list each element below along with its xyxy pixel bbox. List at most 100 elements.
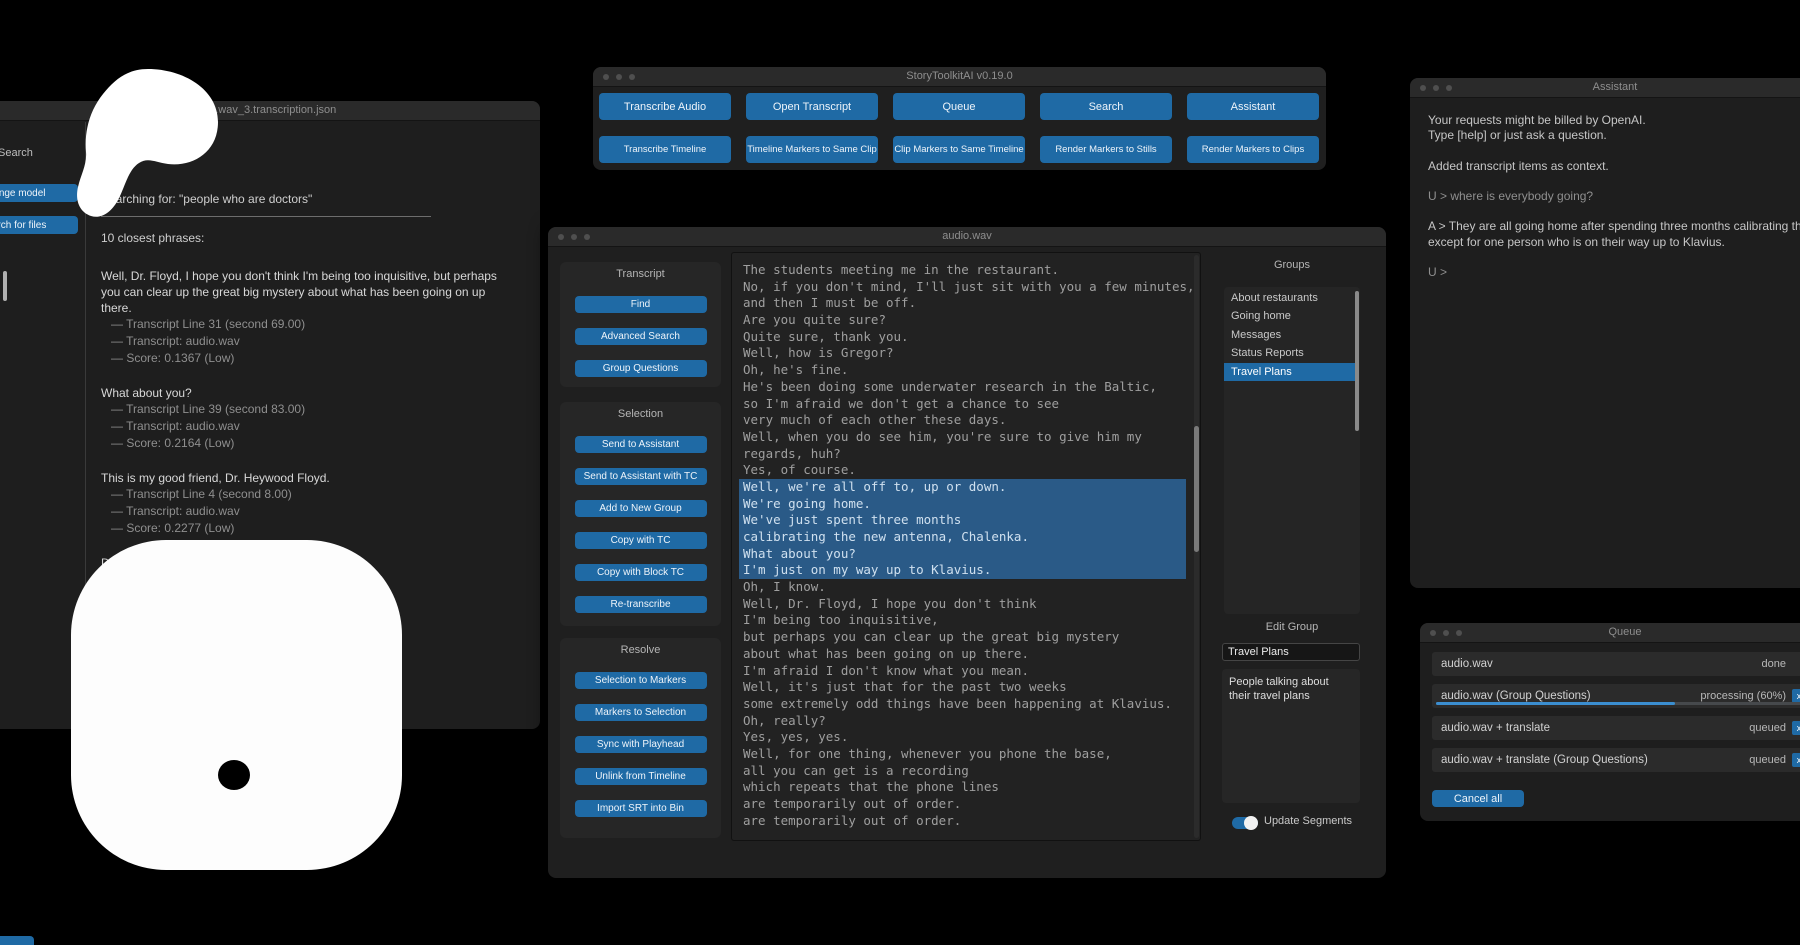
transcript-line[interactable]: We're going home. <box>739 496 1186 513</box>
transcript-line[interactable]: some extremely odd things have been happ… <box>739 696 1186 713</box>
transcript-scrollbar-thumb[interactable] <box>1194 426 1199 552</box>
panel-button[interactable]: Send to Assistant with TC <box>575 468 707 485</box>
transcript-line[interactable]: Yes, yes, yes. <box>739 729 1186 746</box>
transcript-line[interactable]: Oh, I know. <box>739 579 1186 596</box>
cancel-item-button[interactable]: x <box>1792 721 1800 735</box>
group-item[interactable]: Status Reports <box>1224 344 1355 362</box>
transcript-line[interactable]: Quite sure, thank you. <box>739 329 1186 346</box>
transcript-line[interactable]: are temporarily out of order. <box>739 813 1186 830</box>
panel-button[interactable]: Add to New Group <box>575 500 707 517</box>
transcript-line[interactable]: and then I must be off. <box>739 295 1186 312</box>
transcript-line[interactable]: Well, we're all off to, up or down. <box>739 479 1186 496</box>
cancel-item-button[interactable]: x <box>1792 753 1800 767</box>
transcript-text-area[interactable]: The students meeting me in the restauran… <box>731 252 1201 841</box>
assistant-chat-area[interactable]: Your requests might be billed by OpenAI.… <box>1428 113 1800 280</box>
panel-button[interactable]: Group Questions <box>575 360 707 377</box>
transcript-line[interactable]: We've just spent three months <box>739 512 1186 529</box>
panel-button[interactable]: Advanced Search <box>575 328 707 345</box>
search-sidebar-scrollbar[interactable] <box>3 271 7 301</box>
transcript-line[interactable]: Oh, he's fine. <box>739 362 1186 379</box>
transcript-line[interactable]: but perhaps you can clear up the great b… <box>739 629 1186 646</box>
toolbar-row-2: Transcribe Timeline Timeline Markers to S… <box>599 136 1319 163</box>
assistant-titlebar[interactable]: Assistant <box>1410 78 1800 98</box>
toolbar-button[interactable]: Search <box>1040 93 1172 120</box>
queue-row[interactable]: audio.wav (Group Questions) processing (… <box>1432 684 1800 708</box>
queue-titlebar[interactable]: Queue <box>1420 623 1800 643</box>
panel-button[interactable]: Unlink from Timeline <box>575 768 707 785</box>
panel-button[interactable]: Re-transcribe <box>575 596 707 613</box>
queue-item-status: processing (60%) <box>1700 690 1786 702</box>
group-item[interactable]: Going home <box>1224 307 1355 325</box>
search-sidebar-button[interactable]: Change model <box>0 184 78 202</box>
queue-item-status: done <box>1762 658 1786 670</box>
queue-row[interactable]: audio.wav + translate queued x <box>1432 716 1800 740</box>
group-name-input[interactable]: Travel Plans <box>1222 643 1360 661</box>
transcript-line[interactable]: What about you? <box>739 546 1186 563</box>
queue-row[interactable]: audio.wav + translate (Group Questions) … <box>1432 748 1800 772</box>
panel-button[interactable]: Import SRT into Bin <box>575 800 707 817</box>
transcript-line[interactable]: Well, when you do see him, you're sure t… <box>739 429 1186 446</box>
transcript-line[interactable]: He's been doing some underwater research… <box>739 379 1186 396</box>
transcript-lines: The students meeting me in the restauran… <box>739 262 1186 829</box>
queue-row[interactable]: audio.wav done x <box>1432 652 1800 676</box>
transcript-line[interactable]: Well, it's just that for the past two we… <box>739 679 1186 696</box>
transcript-line[interactable]: so I'm afraid we don't get a chance to s… <box>739 396 1186 413</box>
toolbar-button[interactable]: Timeline Markers to Same Clip <box>746 136 878 163</box>
group-item[interactable]: Travel Plans <box>1224 363 1355 381</box>
panel-button[interactable]: Sync with Playhead <box>575 736 707 753</box>
panel-button[interactable]: Markers to Selection <box>575 704 707 721</box>
transcript-line[interactable]: Are you quite sure? <box>739 312 1186 329</box>
toolbar-button[interactable]: Open Transcript <box>746 93 878 120</box>
search-sidebar-buttons: Change model Search for files <box>0 184 78 234</box>
transcript-line[interactable]: very much of each other these days. <box>739 412 1186 429</box>
toolbar-button[interactable]: Transcribe Audio <box>599 93 731 120</box>
transcript-line[interactable]: No, if you don't mind, I'll just sit wit… <box>739 279 1186 296</box>
transcript-line[interactable]: which repeats that the phone lines <box>739 779 1186 796</box>
transcript-line[interactable]: I'm being too inquisitive, <box>739 612 1186 629</box>
transcript-line[interactable]: Well, for one thing, whenever you phone … <box>739 746 1186 763</box>
transcript-line[interactable]: Yes, of course. <box>739 462 1186 479</box>
toolbar-button[interactable]: Render Markers to Stills <box>1040 136 1172 163</box>
assistant-line <box>1428 143 1800 158</box>
transcript-line[interactable]: I'm just on my way up to Klavius. <box>739 562 1186 579</box>
toolbar-button[interactable]: Transcribe Timeline <box>599 136 731 163</box>
search-result-meta: — Transcript Line 39 (second 83.00) — Tr… <box>101 401 530 452</box>
transcript-line[interactable]: regards, huh? <box>739 446 1186 463</box>
transcript-scrollbar-track[interactable] <box>1194 255 1199 838</box>
group-item[interactable]: About restaurants <box>1224 289 1355 307</box>
panel-section-header: Resolve <box>621 644 661 656</box>
groups-scrollbar-thumb[interactable] <box>1355 291 1359 431</box>
toolbar-button[interactable]: Queue <box>893 93 1025 120</box>
transcript-line[interactable]: Well, Dr. Floyd, I hope you don't think <box>739 596 1186 613</box>
offscreen-blue-button[interactable] <box>0 936 34 945</box>
toolbar-button[interactable]: Render Markers to Clips <box>1187 136 1319 163</box>
panel-button[interactable]: Send to Assistant <box>575 436 707 453</box>
transcript-line[interactable]: Well, how is Gregor? <box>739 345 1186 362</box>
search-result[interactable]: Well, Dr. Floyd, I hope you don't think … <box>101 268 530 367</box>
panel-button[interactable]: Find <box>575 296 707 313</box>
toolbar-title: StoryToolkitAI v0.19.0 <box>593 70 1326 82</box>
transcript-line[interactable]: Oh, really? <box>739 713 1186 730</box>
toolbar-button[interactable]: Clip Markers to Same Timeline <box>893 136 1025 163</box>
toolbar-button[interactable]: Assistant <box>1187 93 1319 120</box>
panel-button[interactable]: Selection to Markers <box>575 672 707 689</box>
group-item[interactable]: Messages <box>1224 326 1355 344</box>
cancel-all-button[interactable]: Cancel all <box>1432 790 1524 807</box>
search-result[interactable]: This is my good friend, Dr. Heywood Floy… <box>101 470 530 537</box>
transcript-line[interactable]: all you can get is a recording <box>739 763 1186 780</box>
transcript-line[interactable]: The students meeting me in the restauran… <box>739 262 1186 279</box>
transcript-line[interactable]: about what has been going on up there. <box>739 646 1186 663</box>
search-result[interactable]: What about you? — Transcript Line 39 (se… <box>101 385 530 452</box>
search-sidebar-button[interactable]: Search for files <box>0 216 78 234</box>
groups-list[interactable]: About restaurantsGoing homeMessagesStatu… <box>1224 287 1360 614</box>
toolbar-titlebar[interactable]: StoryToolkitAI v0.19.0 <box>593 67 1326 87</box>
panel-button[interactable]: Copy with TC <box>575 532 707 549</box>
panel-button[interactable]: Copy with Block TC <box>575 564 707 581</box>
cancel-item-button[interactable]: x <box>1792 689 1800 703</box>
update-segments-toggle[interactable] <box>1232 817 1258 829</box>
transcript-line[interactable]: calibrating the new antenna, Chalenka. <box>739 529 1186 546</box>
transcript-line[interactable]: I'm afraid I don't know what you mean. <box>739 663 1186 680</box>
transcript-titlebar[interactable]: audio.wav <box>548 227 1386 247</box>
group-notes-input[interactable]: People talking about their travel plans <box>1222 669 1360 803</box>
transcript-line[interactable]: are temporarily out of order. <box>739 796 1186 813</box>
